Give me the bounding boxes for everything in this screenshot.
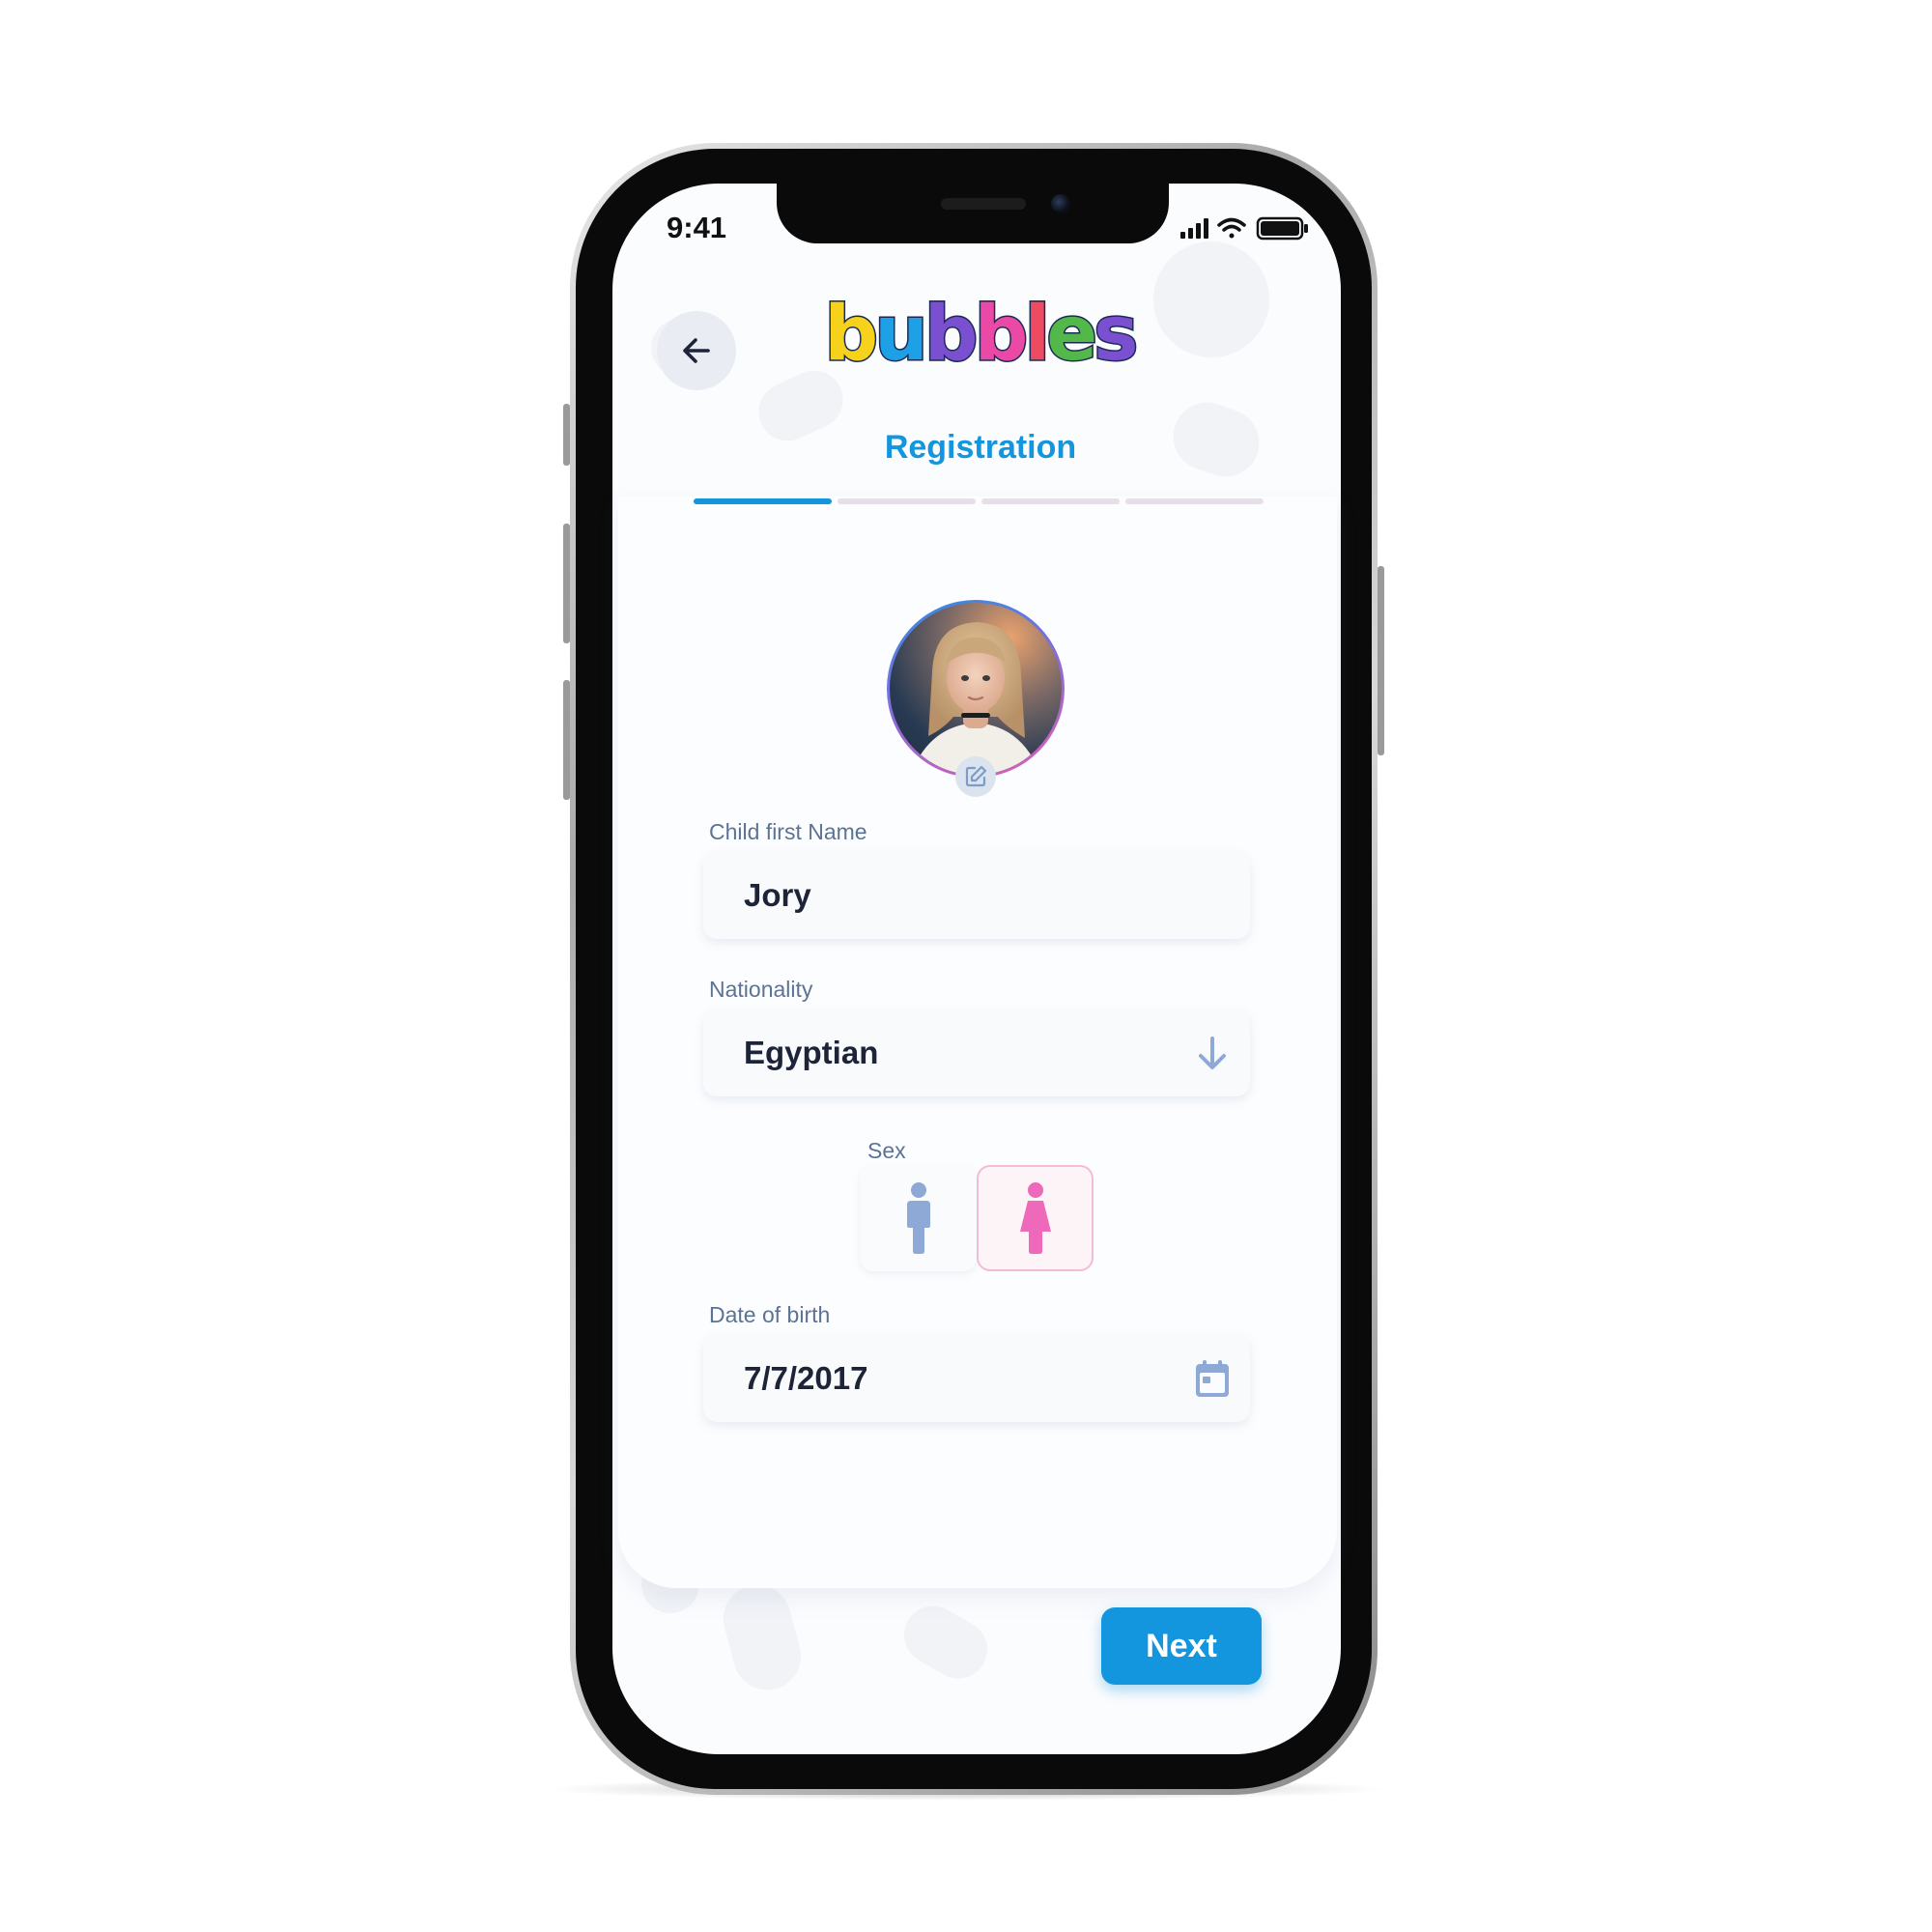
background-doodle <box>1163 392 1269 487</box>
first-name-value: Jory <box>744 877 811 913</box>
next-button[interactable]: Next <box>1101 1607 1262 1685</box>
phone-notch <box>777 180 1169 243</box>
wifi-icon <box>1217 217 1246 239</box>
phone-camera <box>1051 194 1070 213</box>
background-doodle <box>894 1595 998 1690</box>
progress-step-2 <box>838 498 976 504</box>
volume-up-button <box>563 524 570 643</box>
arrow-down-icon <box>1199 1037 1226 1069</box>
calendar-icon <box>1196 1360 1229 1397</box>
page-title: Registration <box>884 429 1077 466</box>
progress-step-1 <box>694 498 832 504</box>
child-avatar[interactable] <box>887 600 1065 778</box>
status-time: 9:41 <box>667 211 727 244</box>
mute-switch <box>563 404 570 466</box>
date-of-birth-label: Date of birth <box>709 1302 831 1327</box>
volume-down-button <box>563 680 570 800</box>
date-picker-toggle[interactable] <box>1188 1354 1236 1403</box>
child-portrait <box>911 622 1040 775</box>
status-icons-svg <box>1180 216 1308 241</box>
male-icon <box>906 1182 930 1254</box>
nationality-select[interactable]: Egyptian <box>703 1009 1250 1096</box>
first-name-field[interactable]: Jory <box>703 852 1250 939</box>
date-of-birth-value: 7/7/2017 <box>744 1360 868 1396</box>
phone-speaker <box>941 198 1026 210</box>
nationality-dropdown-toggle[interactable] <box>1188 1029 1236 1077</box>
progress-steps <box>694 498 1264 504</box>
battery-icon <box>1256 216 1308 241</box>
power-button <box>1378 566 1384 755</box>
progress-step-3 <box>981 498 1120 504</box>
nationality-value: Egyptian <box>744 1035 879 1070</box>
app-logo: bubbles <box>823 290 1140 380</box>
sex-option-male[interactable] <box>860 1165 977 1271</box>
avatar-photo <box>890 603 1062 775</box>
first-name-label: Child first Name <box>709 819 867 844</box>
status-icons <box>1180 214 1312 242</box>
background-doodle <box>715 1577 810 1698</box>
avatar-edit-button[interactable] <box>955 756 996 797</box>
arrow-left-icon <box>683 338 710 363</box>
background-doodle <box>1153 242 1269 357</box>
edit-icon <box>965 765 987 787</box>
back-button[interactable] <box>657 311 736 390</box>
progress-step-4 <box>1125 498 1264 504</box>
signal-icon <box>1180 218 1208 239</box>
female-icon <box>1019 1182 1051 1254</box>
sex-label: Sex <box>867 1138 906 1163</box>
sex-option-female[interactable] <box>977 1165 1094 1271</box>
date-of-birth-field[interactable]: 7/7/2017 <box>703 1335 1250 1422</box>
mockup-stage: 9:41 bubbles Registration Child first Na… <box>0 0 1932 1932</box>
nationality-label: Nationality <box>709 977 813 1002</box>
sex-selector <box>860 1165 1094 1271</box>
